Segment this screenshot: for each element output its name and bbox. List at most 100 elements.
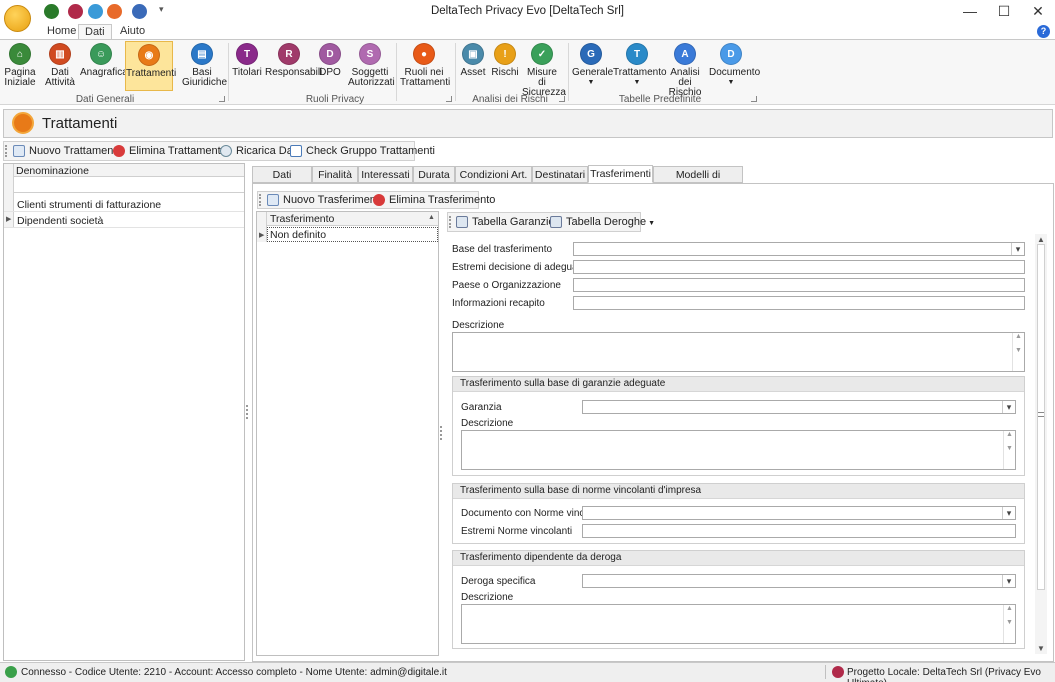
ribbon-tab-home[interactable]: Home (41, 24, 82, 39)
expand-row-icon[interactable]: ▶ (6, 215, 11, 223)
descrizione-textarea[interactable]: ▲ ▼ (452, 332, 1025, 372)
splitter-handle[interactable] (440, 426, 442, 440)
quick-access-globe-icon[interactable] (132, 4, 147, 19)
estremi-decisione-field[interactable] (573, 260, 1025, 274)
column-header-trasferimento[interactable]: Trasferimento (270, 213, 334, 225)
group-title: Trasferimento dipendente da deroga (453, 551, 1024, 566)
status-divider (825, 665, 826, 679)
list-item[interactable]: Non definito (270, 229, 326, 241)
owner-icon: T (236, 43, 258, 65)
quick-access-sync-icon[interactable] (88, 4, 103, 19)
ribbon-button-analisi-rischio[interactable]: A Analisi dei Rischio (664, 41, 706, 98)
delete-processing-button[interactable]: Elimina Trattamento (113, 144, 227, 159)
sort-ascending-icon[interactable]: ▲ (428, 214, 435, 221)
deroga-specifica-select[interactable] (582, 574, 1016, 588)
quick-access-help-icon[interactable] (68, 4, 83, 19)
toolbar-grip (449, 216, 451, 228)
splitter-handle[interactable] (246, 405, 248, 419)
ribbon-button-responsabili[interactable]: R Responsabili (265, 41, 322, 91)
scroll-thumb[interactable] (1037, 244, 1045, 590)
garanzie-table-button[interactable]: Tabella Garanzie ▼ (456, 215, 563, 230)
group-launcher-icon[interactable] (559, 96, 565, 102)
ribbon-button-titolari[interactable]: T Titolari (232, 41, 262, 91)
garanzia-descrizione-textarea[interactable]: ▲ ▼ (461, 430, 1016, 470)
help-icon[interactable]: ? (1037, 25, 1050, 38)
ribbon-button-basi-giuridiche[interactable]: ▤ Basi Giuridiche (182, 41, 227, 91)
close-button[interactable]: ✕ (1021, 0, 1055, 22)
quick-access-customize-icon[interactable]: ▾ (159, 4, 164, 15)
garanzia-select[interactable] (582, 400, 1016, 414)
documento-norme-select[interactable] (582, 506, 1016, 520)
reload-icon (220, 145, 232, 157)
scroll-down-icon[interactable]: ▼ (1037, 644, 1045, 653)
tab-trasferimenti[interactable]: Trasferimenti (588, 165, 653, 183)
transfers-grid (256, 211, 439, 656)
informazioni-recapito-field[interactable] (573, 296, 1025, 310)
law-icon: ▤ (191, 43, 213, 65)
ribbon-button-trattamenti[interactable]: ◉ Trattamenti (125, 41, 176, 91)
app-orb-icon[interactable] (4, 5, 31, 32)
quick-access-save-icon[interactable] (44, 4, 59, 19)
document-table-icon: D (720, 43, 742, 65)
tab-durata[interactable]: Durata (413, 166, 455, 183)
deroga-descrizione-textarea[interactable]: ▲ ▼ (461, 604, 1016, 644)
list-item[interactable]: Dipendenti società (17, 215, 103, 227)
new-processing-button[interactable]: Nuovo Trattamento (13, 144, 123, 159)
estremi-norme-field[interactable] (582, 524, 1016, 538)
ribbon-button-ruoli-nei-trattamenti[interactable]: ● Ruoli nei Trattamenti (400, 41, 450, 91)
ribbon-button-rischi[interactable]: ! Rischi (491, 41, 519, 91)
manager-icon: R (278, 43, 300, 65)
list-item[interactable]: Clienti strumenti di fatturazione (17, 199, 161, 211)
base-trasferimento-label: Base del trasferimento (452, 244, 553, 255)
ribbon-button-asset[interactable]: ▣ Asset (459, 41, 487, 91)
group-launcher-icon[interactable] (446, 96, 452, 102)
descrizione-label: Descrizione (452, 320, 505, 331)
group-launcher-icon[interactable] (751, 96, 757, 102)
filter-row[interactable] (4, 178, 244, 193)
ribbon-button-generale[interactable]: G Generale ▼ (572, 41, 613, 91)
risk-table-icon: A (674, 43, 696, 65)
project-icon (832, 666, 844, 678)
tab-finalita[interactable]: Finalità (312, 166, 358, 183)
tab-condizioni-art9[interactable]: Condizioni Art. 9 (455, 166, 532, 197)
informazioni-recapito-label: Informazioni recapito (452, 298, 545, 309)
reload-data-button[interactable]: Ricarica Dati (220, 144, 298, 159)
ribbon-button-anagrafica[interactable]: ☺ Anagrafica (80, 41, 128, 91)
tab-interessati[interactable]: Interessati (358, 166, 413, 183)
ribbon-button-dati-attivita[interactable]: ▥ Dati Attività (43, 41, 77, 91)
ribbon-button-documento[interactable]: D Documento ▼ (709, 41, 760, 91)
base-trasferimento-select[interactable] (573, 242, 1025, 256)
group-separator (228, 43, 229, 101)
ribbon-tab-aiuto[interactable]: Aiuto (114, 24, 151, 39)
scrollbar[interactable]: ▲ ▼ (1003, 605, 1015, 643)
scroll-grip-icon (1038, 412, 1044, 417)
ribbon-button-trattamento[interactable]: T Trattamento ▼ (613, 41, 667, 91)
check-group-button[interactable]: Check Gruppo Trattamenti (290, 144, 435, 159)
toolbar-grip (5, 145, 7, 157)
quick-access-update-icon[interactable] (107, 4, 122, 19)
expand-row-icon[interactable]: ▶ (259, 231, 264, 239)
page-title: Trattamenti (42, 115, 118, 132)
asset-icon: ▣ (462, 43, 484, 65)
scrollbar[interactable]: ▲ ▼ (1012, 333, 1024, 371)
maximize-button[interactable]: ☐ (987, 0, 1021, 22)
ribbon-tab-dati[interactable]: Dati (78, 24, 112, 40)
ribbon-button-pagina-iniziale[interactable]: ⌂ Pagina Iniziale (3, 41, 37, 91)
ribbon-button-dpo[interactable]: D DPO (316, 41, 344, 91)
ribbon-button-misure-sicurezza[interactable]: ✓ Misure di Sicurezza (522, 41, 566, 98)
group-label-dati-generali: Dati Generali (75, 94, 135, 105)
delete-transfer-button[interactable]: Elimina Trasferimento (373, 193, 495, 208)
ribbon-button-soggetti-autorizzati[interactable]: S Soggetti Autorizzati (348, 41, 395, 91)
deroghe-table-button[interactable]: Tabella Deroghe ▼ (550, 215, 655, 230)
column-header-denominazione[interactable]: Denominazione (16, 165, 89, 177)
tab-dati-generali[interactable]: Dati Generali (252, 166, 312, 197)
scrollbar[interactable]: ▲ ▼ (1003, 431, 1015, 469)
tab-destinatari[interactable]: Destinatari (532, 166, 588, 183)
tab-modelli-documento[interactable]: Modelli di Documento (653, 166, 743, 197)
paese-organizzazione-field[interactable] (573, 278, 1025, 292)
group-launcher-icon[interactable] (219, 96, 225, 102)
authorized-icon: S (359, 43, 381, 65)
new-transfer-button[interactable]: Nuovo Trasferimento (267, 193, 385, 208)
scroll-up-icon[interactable]: ▲ (1037, 235, 1045, 244)
minimize-button[interactable]: — (953, 0, 987, 22)
